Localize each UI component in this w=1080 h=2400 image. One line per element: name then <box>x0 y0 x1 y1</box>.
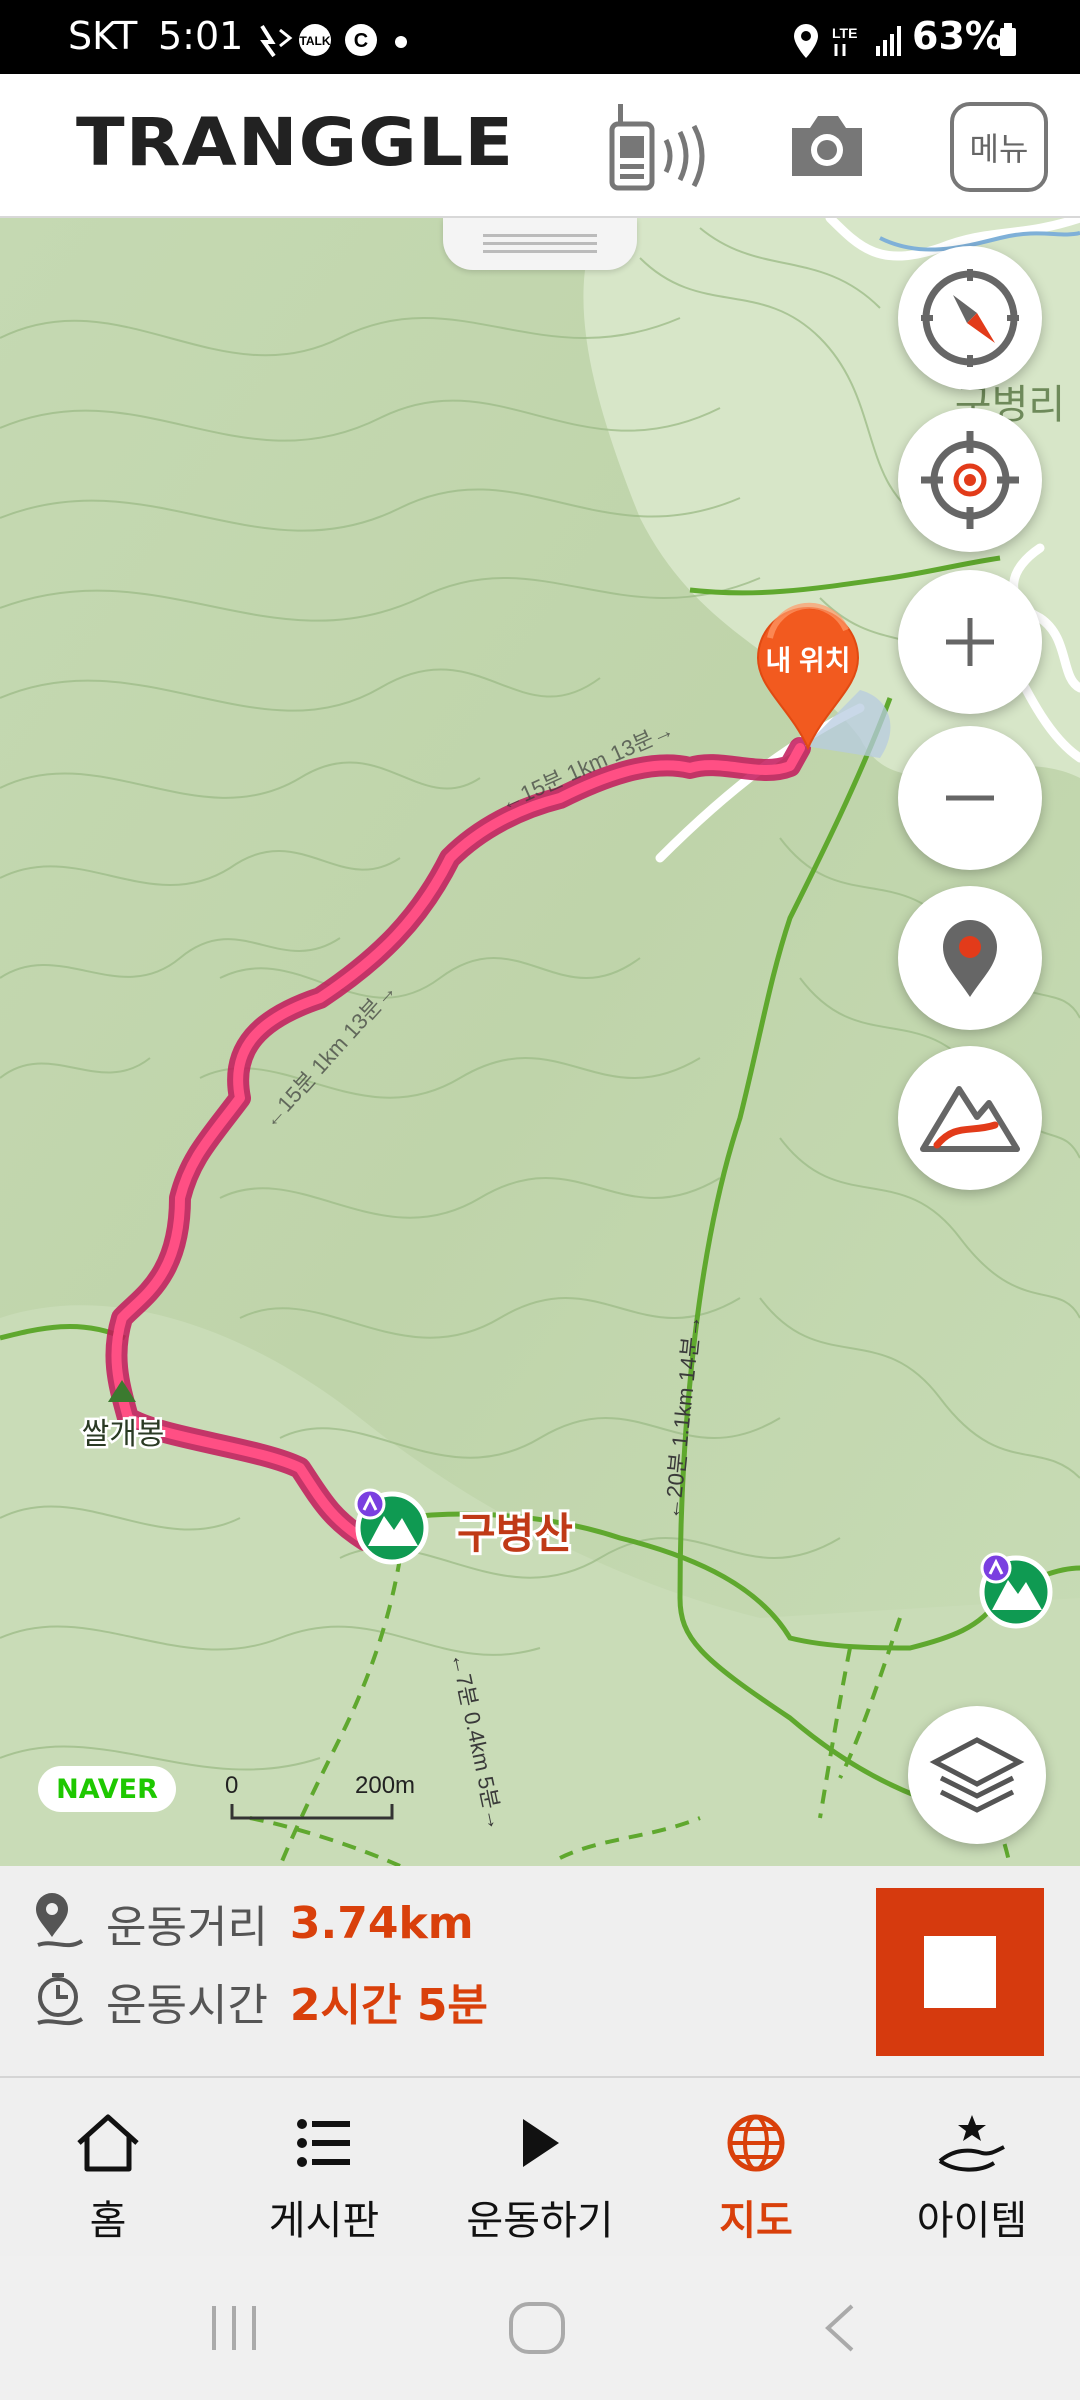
nav-label-home: 홈 <box>89 2198 127 2244</box>
nav-item-map[interactable]: 지도 <box>648 2078 864 2256</box>
nav-label-exercise: 운동하기 <box>466 2198 614 2244</box>
nav-label-items: 아이템 <box>916 2198 1028 2244</box>
recent-apps-icon[interactable] <box>206 2300 262 2356</box>
minus-icon <box>946 795 994 801</box>
time-row: 운동시간 2시간 5분 <box>30 1966 488 2036</box>
clock: 5:01 <box>158 14 244 58</box>
map-view[interactable]: ←20분 1.1km 14분→ ←7분 0.4km 5분→ ←15분 1km 1… <box>0 218 1080 1866</box>
drawer-handle[interactable] <box>443 218 637 270</box>
list-icon <box>297 2119 350 2167</box>
map-pin-icon <box>943 920 997 997</box>
crosshair-icon <box>921 431 1019 529</box>
my-location-label: 내 위치 <box>765 645 850 676</box>
tranggle-logo[interactable]: TRANGGLE <box>76 104 514 181</box>
time-label: 운동시간 <box>106 1980 268 2031</box>
place-marker-button[interactable] <box>898 886 1042 1030</box>
nav-label-map: 지도 <box>719 2198 793 2244</box>
status-bar: SKT 5:01 TALK C LTE 63% <box>0 0 1080 74</box>
network-type: LTE <box>832 25 857 41</box>
naver-logo: NAVER <box>38 1766 176 1812</box>
layers-icon <box>929 1737 1025 1813</box>
time-value: 2시간 5분 <box>289 1980 488 2031</box>
scale-end: 200m <box>355 1772 415 1799</box>
nav-item-items[interactable]: 아이템 <box>864 2078 1080 2256</box>
compass-button[interactable] <box>898 246 1042 390</box>
plus-icon <box>946 618 994 666</box>
camera-icon[interactable] <box>786 110 868 180</box>
workout-info-panel: 운동거리 3.74km 운동시간 2시간 5분 <box>0 1866 1080 2078</box>
battery-percent: 63% <box>912 14 1003 58</box>
peak-label-gubyeongsan: 구병산 <box>457 1510 573 1557</box>
layers-button[interactable] <box>908 1706 1046 1844</box>
distance-pin-icon <box>36 1893 84 1948</box>
nav-item-board[interactable]: 게시판 <box>216 2078 432 2256</box>
peak-badge-main-icon[interactable] <box>354 1488 429 1565</box>
app-header: TRANGGLE 메뉴 <box>0 74 1080 218</box>
nav-label-board: 게시판 <box>268 2198 380 2244</box>
locate-button[interactable] <box>898 408 1042 552</box>
carrier-label: SKT <box>68 14 138 58</box>
peak-label-ssalgaebong: 쌀개봉 <box>82 1418 165 1451</box>
svg-text:TALK: TALK <box>299 34 330 48</box>
nav-item-exercise[interactable]: 운동하기 <box>432 2078 648 2256</box>
home-icon <box>77 2114 139 2172</box>
system-navigation-bar <box>0 2256 1080 2400</box>
bottom-nav: 홈 게시판 운동하기 지도 아이템 <box>0 2078 1080 2256</box>
stopwatch-icon <box>37 1973 84 2026</box>
elevation-profile-button[interactable] <box>898 1046 1042 1190</box>
walkie-talkie-icon[interactable] <box>604 100 714 192</box>
zoom-out-button[interactable] <box>898 726 1042 870</box>
status-notification-icons: TALK C <box>260 24 407 58</box>
stop-icon <box>924 1936 996 2008</box>
compass-icon <box>921 269 1019 367</box>
nav-item-home[interactable]: 홈 <box>0 2078 216 2256</box>
menu-button[interactable]: 메뉴 <box>950 102 1048 192</box>
stop-button[interactable] <box>876 1888 1044 2056</box>
home-circle-icon[interactable] <box>505 2298 569 2358</box>
back-icon[interactable] <box>818 2300 862 2356</box>
peak-badge-east-icon[interactable] <box>979 1552 1053 1629</box>
distance-label: 운동거리 <box>106 1902 268 1953</box>
scale-start: 0 <box>225 1772 238 1799</box>
globe-icon <box>727 2114 785 2172</box>
zoom-in-button[interactable] <box>898 570 1042 714</box>
mountain-profile-icon <box>920 1086 1020 1152</box>
play-icon <box>523 2119 559 2167</box>
svg-text:C: C <box>354 30 368 52</box>
distance-value: 3.74km <box>289 1897 474 1949</box>
item-hand-star-icon <box>938 2115 1005 2172</box>
distance-row: 운동거리 3.74km <box>30 1888 474 1958</box>
